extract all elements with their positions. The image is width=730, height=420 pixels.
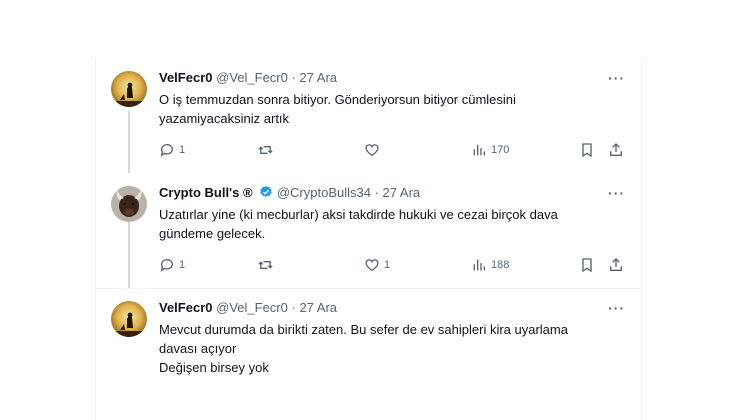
bookmark-button[interactable] xyxy=(579,256,595,274)
tweet-text-line: davası açıyor xyxy=(159,341,237,356)
user-handle[interactable]: @Vel_Fecr0 xyxy=(216,300,288,315)
more-options-icon[interactable]: ··· xyxy=(608,300,625,316)
tweet-text-line: O iş temmuzdan sonra bitiyor. Gönderiyor… xyxy=(159,92,516,107)
separator: · xyxy=(291,300,296,315)
display-name[interactable]: VelFecr0 xyxy=(159,300,213,315)
user-handle[interactable]: @CryptoBulls34 xyxy=(277,185,371,200)
like-button[interactable] xyxy=(364,141,384,159)
tweet-text-line: Uzatırlar yine (ki mecburlar) aksi takdi… xyxy=(159,207,558,222)
reply-count: 1 xyxy=(179,259,186,271)
display-name[interactable]: Crypto Bull's ® xyxy=(159,185,253,200)
tweet-actions: 1 1 188 xyxy=(159,256,629,274)
tweet-text-line: gündeme gelecek. xyxy=(159,226,266,241)
more-options-icon[interactable]: ··· xyxy=(608,70,625,86)
timestamp[interactable]: 27 Ara xyxy=(383,185,421,200)
share-icon xyxy=(610,258,622,271)
view-count: 188 xyxy=(491,259,510,271)
timestamp[interactable]: 27 Ara xyxy=(299,70,337,85)
views-button[interactable]: 188 xyxy=(471,256,509,274)
view-count: 170 xyxy=(491,144,510,156)
analytics-icon xyxy=(473,259,485,271)
tweet-text-line: Değişen birsey yok xyxy=(159,360,269,375)
avatar[interactable] xyxy=(111,186,147,222)
bookmark-icon xyxy=(582,143,592,158)
heart-icon xyxy=(365,144,379,157)
tweet-actions: 1 170 xyxy=(159,141,629,159)
reply-thread: VelFecr0 @Vel_Fecr0 · 27 Ara ··· O iş te… xyxy=(95,58,642,420)
retweet-button[interactable] xyxy=(257,141,278,159)
bookmark-icon xyxy=(582,258,592,273)
retweet-icon xyxy=(258,261,273,269)
retweet-icon xyxy=(258,146,273,154)
reply-icon xyxy=(160,259,173,272)
tweet-text-line: yazamiyacaksiniz artık xyxy=(159,111,290,126)
display-name[interactable]: VelFecr0 xyxy=(159,70,213,85)
reply-button[interactable]: 1 xyxy=(159,256,185,274)
reply-icon xyxy=(160,144,173,157)
tweet[interactable]: Crypto Bull's ® @CryptoBulls34 · 27 Ara … xyxy=(96,173,641,288)
heart-icon xyxy=(365,259,379,272)
share-icon xyxy=(610,143,622,156)
tweet-text: Uzatırlar yine (ki mecburlar) aksi takdi… xyxy=(159,205,599,243)
more-options-icon[interactable]: ··· xyxy=(608,185,625,201)
like-button[interactable]: 1 xyxy=(364,256,390,274)
views-button[interactable]: 170 xyxy=(471,141,509,159)
separator: · xyxy=(291,70,296,85)
tweet[interactable]: VelFecr0 @Vel_Fecr0 · 27 Ara ··· Mevcut … xyxy=(96,288,641,420)
separator: · xyxy=(374,185,379,200)
tweet-text-line: Mevcut durumda da birikti zaten. Bu sefe… xyxy=(159,322,568,337)
retweet-button[interactable] xyxy=(257,256,278,274)
avatar[interactable] xyxy=(111,301,147,337)
share-button[interactable] xyxy=(608,141,624,159)
share-button[interactable] xyxy=(608,256,624,274)
tweet-text: O iş temmuzdan sonra bitiyor. Gönderiyor… xyxy=(159,90,599,128)
bookmark-button[interactable] xyxy=(579,141,595,159)
avatar[interactable] xyxy=(111,71,147,107)
timestamp[interactable]: 27 Ara xyxy=(299,300,337,315)
like-count: 1 xyxy=(384,259,391,271)
tweet-text: Mevcut durumda da birikti zaten. Bu sefe… xyxy=(159,320,599,377)
reply-button[interactable]: 1 xyxy=(159,141,185,159)
user-handle[interactable]: @Vel_Fecr0 xyxy=(216,70,288,85)
tweet-header: VelFecr0 @Vel_Fecr0 · 27 Ara xyxy=(159,300,337,316)
tweet-header: VelFecr0 @Vel_Fecr0 · 27 Ara xyxy=(159,70,337,86)
tweet[interactable]: VelFecr0 @Vel_Fecr0 · 27 Ara ··· O iş te… xyxy=(96,58,641,173)
tweet-header: Crypto Bull's ® @CryptoBulls34 · 27 Ara xyxy=(159,185,420,201)
reply-count: 1 xyxy=(179,144,186,156)
verified-badge-icon[interactable] xyxy=(259,185,273,199)
analytics-icon xyxy=(473,144,485,156)
